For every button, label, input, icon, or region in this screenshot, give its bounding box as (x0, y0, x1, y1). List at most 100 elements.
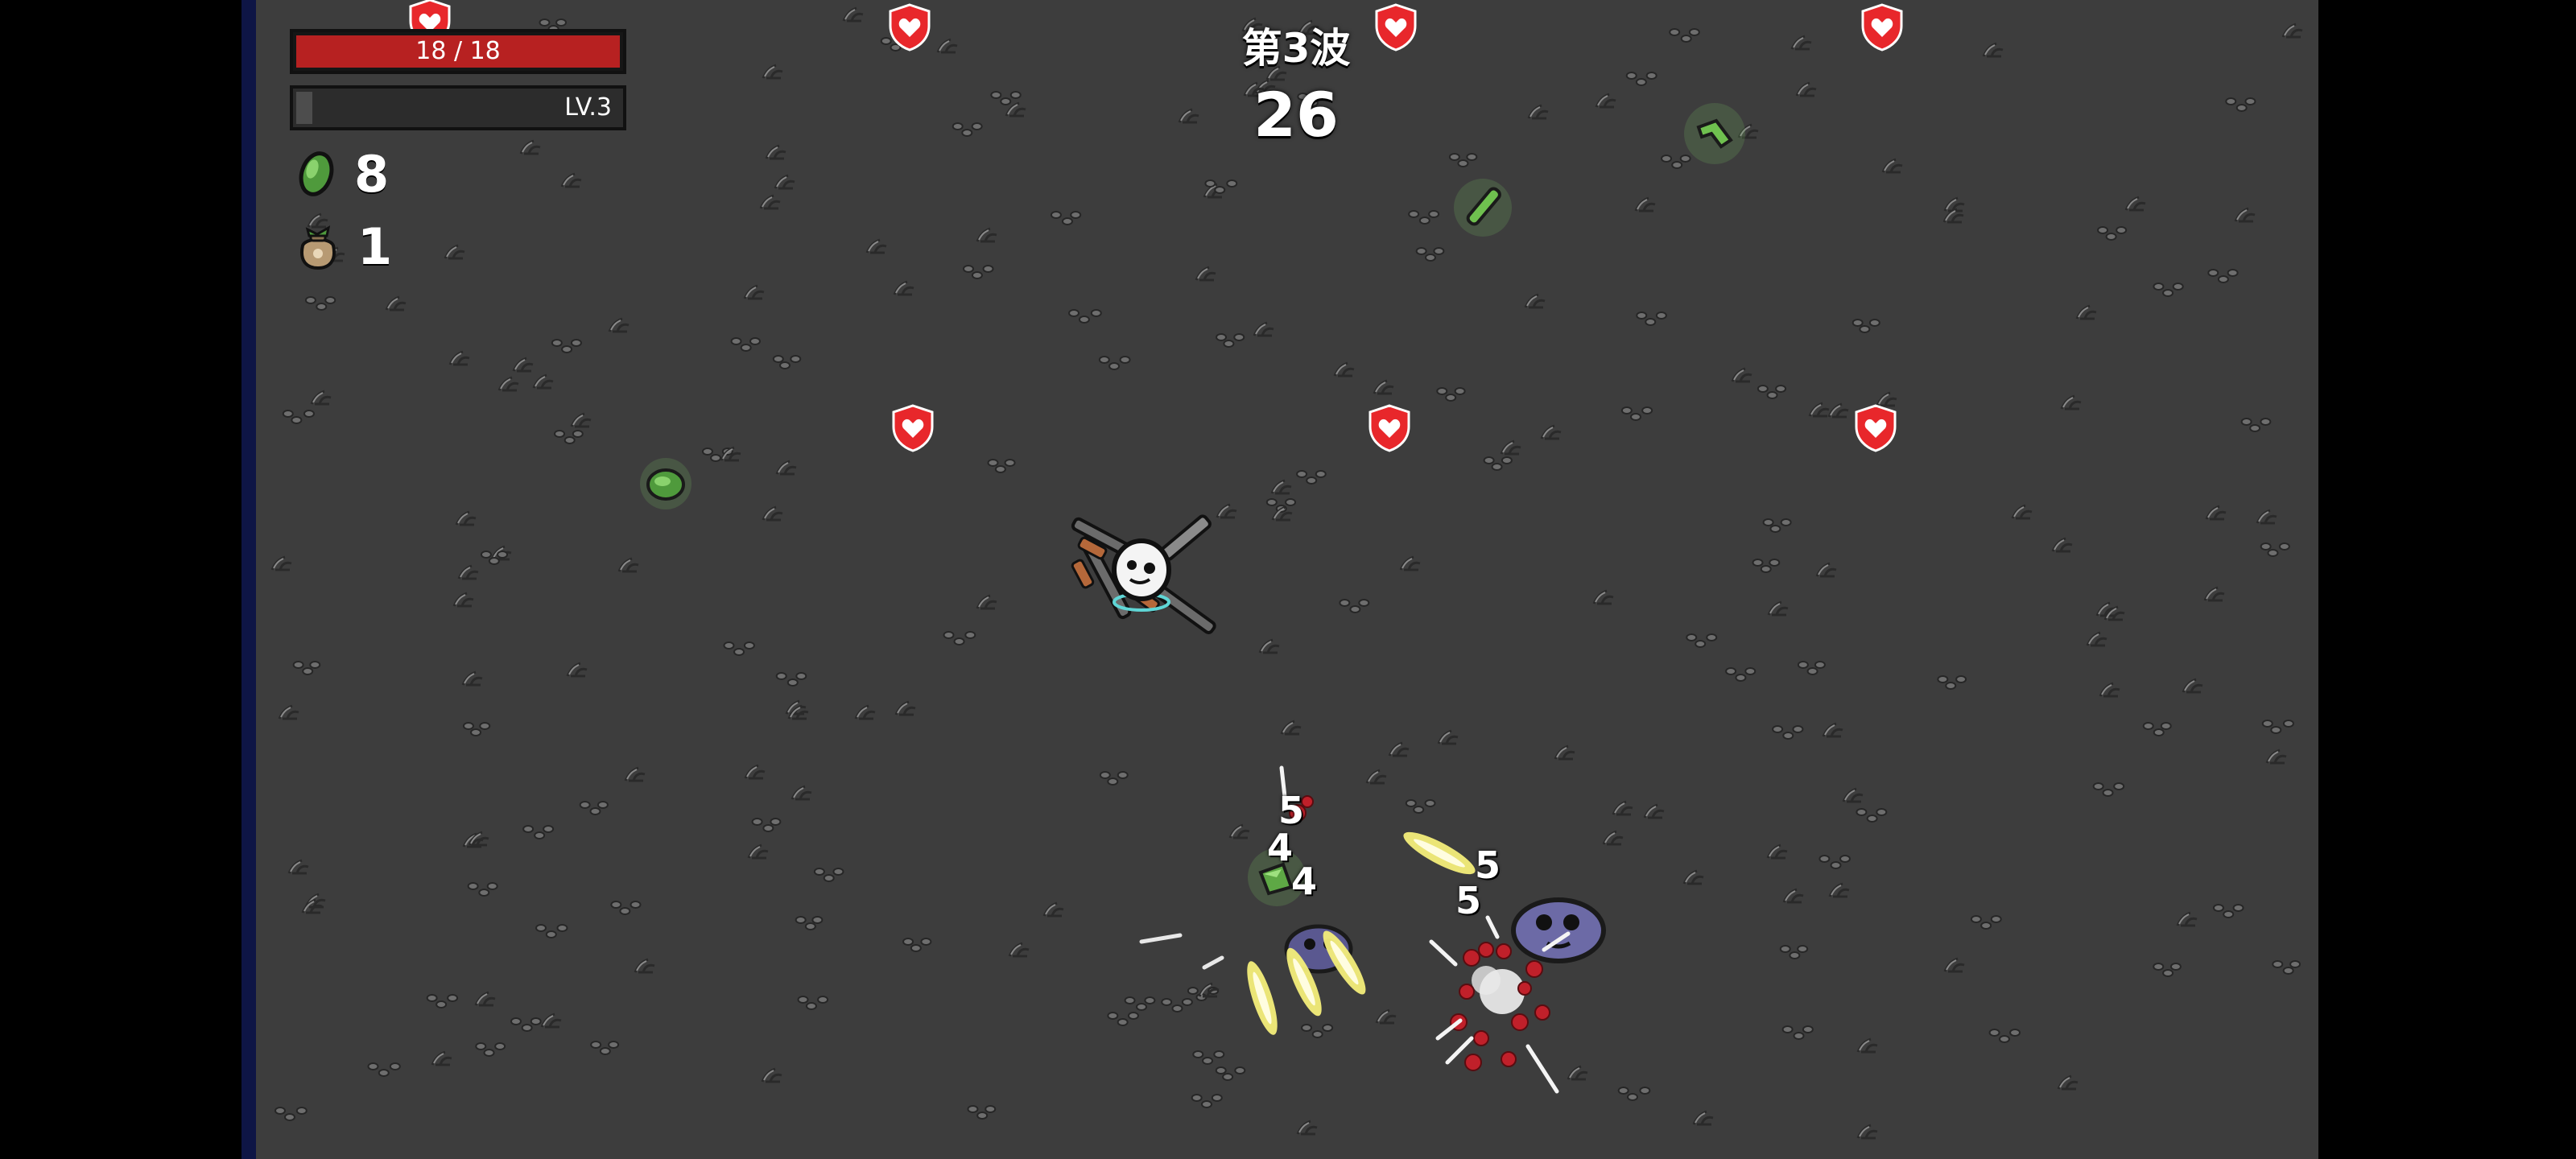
ground-weed (1881, 158, 1903, 174)
ground-weed (385, 295, 407, 311)
ground-weed (1540, 424, 1562, 440)
damage-number: 5 (1455, 879, 1482, 922)
ground-weed (448, 350, 470, 366)
ground-weed (579, 801, 609, 815)
bullet-trail (1139, 933, 1224, 970)
ground-weed (1937, 675, 1967, 690)
ground-weed (452, 592, 474, 608)
wave-title: 第3波 (1241, 25, 1351, 72)
ground-weed (1270, 479, 1292, 495)
ground-weed (2153, 283, 2184, 297)
ground-weed (1099, 771, 1129, 786)
ground-weed (2225, 97, 2256, 112)
ground-weed (1008, 942, 1030, 958)
ground-weed (1192, 1050, 1225, 1065)
ground-weed (2086, 631, 2107, 647)
ground-weed (1822, 722, 1843, 738)
ground-weed (566, 662, 588, 678)
ground-weed (2176, 911, 2198, 927)
ground-weed (1772, 725, 1804, 740)
ground-weed (1725, 667, 1757, 682)
ground-weed (2153, 963, 2182, 977)
ground-weed (1271, 505, 1293, 522)
ground-weed (976, 594, 997, 610)
ground-weed (426, 994, 459, 1008)
ground-weed (2092, 782, 2125, 797)
ground-weed (532, 373, 554, 390)
potato-player (1071, 514, 1216, 634)
experience-bar: LV.3 (290, 85, 626, 130)
ground-weed (1280, 720, 1302, 736)
ground-weed (522, 825, 555, 839)
ground-weed (2011, 504, 2033, 520)
ground-weed (772, 355, 802, 369)
ground-weed (759, 194, 781, 210)
ground-weed (1258, 638, 1280, 654)
ground-weed (1815, 562, 1837, 578)
ground-weed (1762, 518, 1792, 533)
ground-weed (976, 227, 997, 243)
ground-weed (1436, 387, 1466, 402)
ground-weed (2124, 196, 2146, 212)
ground-weed (943, 631, 976, 645)
ground-weed (962, 265, 994, 279)
ground-weed (554, 430, 584, 444)
ground-weed (730, 337, 762, 352)
ground-weed (2272, 960, 2301, 975)
ground-weed (1766, 843, 1788, 860)
material-icon (299, 151, 334, 196)
ground-weed (1797, 661, 1826, 675)
ground-weed (761, 1067, 782, 1083)
ground-weed (1767, 600, 1789, 617)
material-drop (640, 458, 691, 509)
bullet-projectile (1323, 930, 1366, 995)
experience-bar-fill (296, 92, 312, 124)
damage-number: 4 (1267, 826, 1294, 869)
ground-weed (560, 172, 582, 188)
ground-weed (990, 91, 1022, 105)
ground-weed (1852, 319, 1880, 333)
ground-weed (2099, 682, 2120, 698)
ground-weed (310, 390, 332, 406)
ground-weed (1399, 555, 1421, 571)
ground-weed (1808, 402, 1830, 418)
ground-weed (551, 339, 582, 353)
ground-weed (431, 1050, 452, 1066)
ground-weed (535, 924, 568, 938)
ground-weed (274, 1107, 308, 1121)
ground-weed (894, 700, 916, 716)
ground-weed (1483, 456, 1513, 471)
ground-weed (2265, 749, 2287, 765)
ground-weed (2142, 722, 2172, 736)
ground-weed (610, 901, 642, 915)
ground-weed (1692, 1110, 1714, 1126)
ground-weed (1842, 787, 1864, 803)
ground-weed (287, 859, 309, 875)
game-arena[interactable]: 5 4 4 5 5 (256, 0, 2318, 1159)
ground-weed (1636, 311, 1667, 326)
ground-weed (1828, 882, 1850, 898)
ground-weed (1161, 998, 1193, 1013)
ground-weed (774, 174, 795, 190)
spawn-indicator-icon (1855, 404, 1897, 452)
ground-weed (2234, 207, 2256, 223)
ground-weed (2256, 509, 2277, 525)
ground-weed (936, 38, 958, 54)
ground-weed (1752, 559, 1781, 573)
ground-weed (795, 916, 824, 930)
ground-weed (842, 6, 864, 23)
ground-weed (624, 766, 646, 782)
ground-weed (765, 144, 786, 160)
damage-number: 4 (1291, 860, 1318, 903)
ground-weed (813, 868, 844, 882)
health-bar: 18 / 18 (290, 29, 626, 74)
ground-weed (1634, 196, 1656, 212)
ground-weed (775, 672, 807, 687)
ground-weed (1988, 1029, 2021, 1043)
ground-weed (1524, 293, 1546, 309)
ground-weed (1856, 1037, 1878, 1054)
ground-weed (747, 843, 769, 860)
ground-weed (2057, 1074, 2079, 1091)
ground-weed (519, 139, 541, 155)
ground-weed (2260, 542, 2290, 557)
